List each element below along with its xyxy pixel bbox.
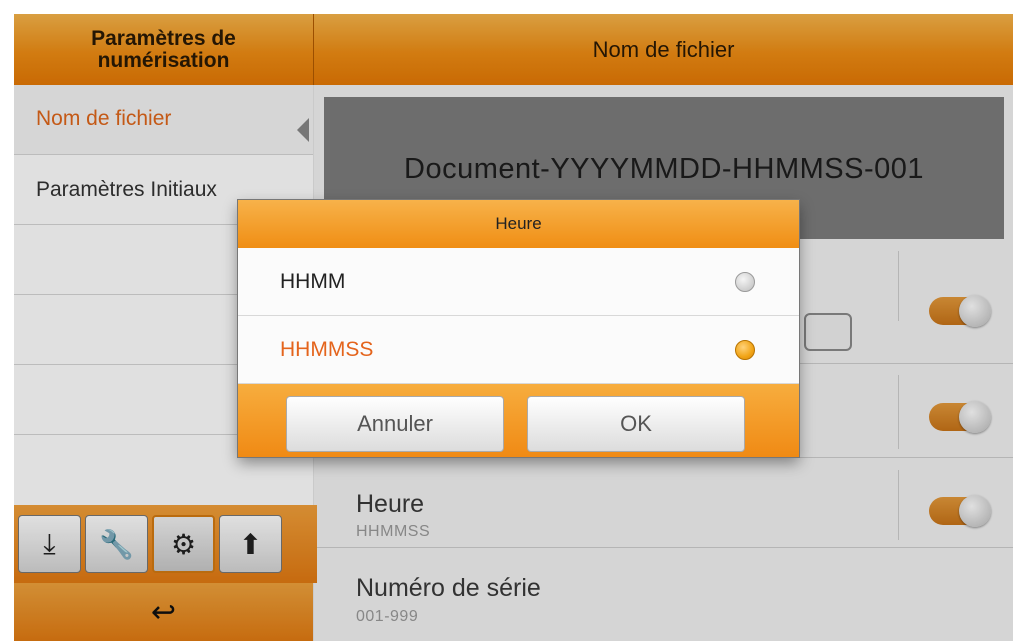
sidebar-item-label: Paramètres Initiaux — [36, 177, 217, 201]
toggle-knob — [959, 295, 991, 327]
app-window: Paramètres de numérisation Nom de fichie… — [14, 14, 1013, 641]
time-row[interactable]: Heure HHMMSS — [314, 458, 1013, 548]
time-row-title: Heure — [356, 490, 425, 518]
sidebar-item-file-name[interactable]: Nom de fichier — [14, 85, 313, 155]
scanner-settings-icon: ⚙ — [170, 528, 197, 560]
divider — [898, 251, 899, 321]
time-row-value: HHMMSS — [356, 523, 431, 540]
file-name-preview: Document-YYYYMMDD-HHMMSS-001 — [404, 153, 924, 185]
divider — [898, 375, 899, 449]
wrench-icon: 🔧 — [99, 528, 134, 560]
back-bar[interactable]: ↩ — [14, 583, 313, 641]
sidebar-item-label: Nom de fichier — [36, 107, 172, 130]
radio-unselected-icon[interactable] — [735, 272, 755, 292]
divider — [898, 470, 899, 540]
dialog-title: Heure — [238, 200, 799, 248]
download-icon: ⤓ — [43, 527, 56, 559]
option-hhmm[interactable]: HHMM — [238, 248, 799, 316]
serial-row-value: 001-999 — [356, 608, 419, 625]
option-label: HHMM — [280, 269, 346, 293]
toggle-knob — [959, 401, 991, 433]
upload-settings-button[interactable]: ⬆ — [219, 515, 282, 573]
cancel-button[interactable]: Annuler — [286, 396, 504, 452]
back-arrow-icon: ↩ — [150, 595, 177, 629]
bottom-toolbar: ⤓ 🔧 ⚙ ⬆ — [14, 505, 317, 583]
serial-row[interactable]: Numéro de série 001-999 — [314, 548, 1013, 641]
option-label: HHMMSS — [280, 337, 374, 361]
selection-pointer-icon — [297, 118, 309, 142]
ok-button[interactable]: OK — [527, 396, 745, 452]
wrench-button[interactable]: 🔧 — [85, 515, 148, 573]
scan-settings-header: Paramètres de numérisation — [14, 14, 314, 85]
toggle-switch[interactable] — [929, 401, 991, 433]
upload-settings-icon: ⬆ — [238, 528, 263, 560]
time-toggle-switch[interactable] — [929, 495, 991, 527]
toggle-knob — [959, 495, 991, 527]
time-format-dialog: Heure HHMM HHMMSS Annuler OK — [238, 200, 799, 457]
serial-row-title: Numéro de série — [356, 574, 541, 602]
text-field[interactable] — [804, 313, 852, 351]
page-header: Nom de fichier — [314, 14, 1013, 85]
scanner-settings-button[interactable]: ⚙ — [152, 515, 215, 573]
dialog-button-bar: Annuler OK — [238, 384, 799, 457]
page-title: Nom de fichier — [592, 36, 735, 62]
toggle-switch[interactable] — [929, 295, 991, 327]
download-button[interactable]: ⤓ — [18, 515, 81, 573]
scan-settings-title: Paramètres de numérisation — [91, 26, 236, 72]
radio-selected-icon[interactable] — [735, 340, 755, 360]
option-hhmmss[interactable]: HHMMSS — [238, 316, 799, 384]
